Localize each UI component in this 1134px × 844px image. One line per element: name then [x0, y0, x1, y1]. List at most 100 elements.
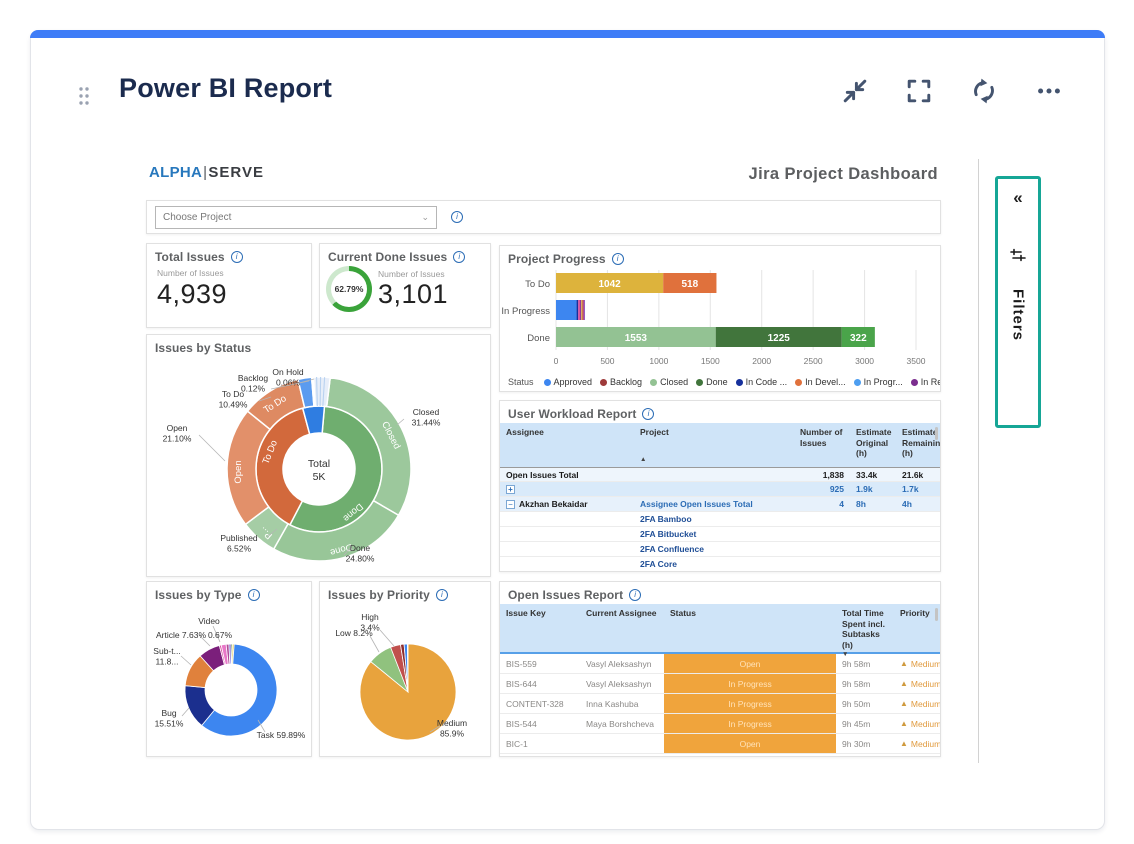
table-row[interactable]: 2FA Bamboo: [500, 512, 940, 527]
legend-label: Done: [706, 377, 728, 387]
legend-item[interactable]: In Devel...: [795, 377, 846, 387]
project-progress-chart[interactable]: To Do1042518In ProgressDone1553122532205…: [500, 268, 940, 375]
table-row[interactable]: +9251.9k1.7k: [500, 482, 940, 497]
column-header[interactable]: Estimate Original (h): [850, 423, 896, 467]
table-row[interactable]: 2FA Confluence: [500, 542, 940, 557]
bar-segment[interactable]: [580, 300, 581, 320]
assignee-cell: +: [500, 484, 634, 494]
legend-item[interactable]: Done: [696, 377, 728, 387]
legend-item[interactable]: Approved: [544, 377, 593, 387]
bar-segment[interactable]: [556, 300, 577, 320]
info-icon[interactable]: [451, 211, 463, 223]
svg-text:1553: 1553: [625, 333, 648, 344]
svg-text:21.10%: 21.10%: [163, 434, 192, 444]
fullscreen-icon[interactable]: [905, 77, 933, 105]
bar-segment[interactable]: [577, 300, 579, 320]
table-row[interactable]: BIS-644Vasyl AleksashynIn Progress9h 58m…: [500, 674, 940, 694]
svg-text:10.49%: 10.49%: [219, 400, 248, 410]
bar-segment[interactable]: [584, 300, 585, 320]
svg-text:Open: Open: [167, 423, 188, 433]
kpi-value: 4,939: [147, 278, 311, 311]
svg-text:1500: 1500: [701, 356, 720, 366]
legend-dot: [650, 379, 657, 386]
table-row[interactable]: 2FA Core: [500, 557, 940, 572]
priority-medium-icon: ▲: [900, 679, 908, 688]
info-icon[interactable]: [231, 251, 243, 263]
legend-item[interactable]: Backlog: [600, 377, 642, 387]
filters-panel[interactable]: « Filters: [995, 176, 1041, 428]
drag-handle-icon[interactable]: [77, 86, 91, 106]
table-row[interactable]: BIS-544Maya BorshchevaIn Progress9h 45m▲…: [500, 714, 940, 734]
svg-text:Closed: Closed: [413, 407, 440, 417]
issues-by-priority-chart[interactable]: High3.4%Low 8.2%Medium85.9%: [320, 604, 490, 757]
status-cell: Open: [664, 654, 836, 673]
column-header[interactable]: Issue Key: [500, 604, 580, 662]
collapse-panel-icon[interactable]: «: [1013, 189, 1022, 206]
info-icon[interactable]: [453, 251, 465, 263]
info-icon[interactable]: [612, 253, 624, 265]
scrollbar-thumb[interactable]: [935, 427, 938, 440]
chart-title: Issues by Type: [155, 588, 242, 602]
bar-segment[interactable]: [581, 300, 582, 320]
info-icon[interactable]: [248, 589, 260, 601]
svg-text:In Progress: In Progress: [501, 306, 550, 317]
legend-label: In Code ...: [746, 377, 788, 387]
legend-item[interactable]: In Review: [911, 377, 940, 387]
table-row[interactable]: BIC-1Open9h 30m▲Medium: [500, 734, 940, 754]
svg-text:85.9%: 85.9%: [440, 729, 465, 739]
issues-count-cell: 925: [794, 484, 850, 494]
info-icon[interactable]: [629, 589, 641, 601]
kpi-title: Current Done Issues: [328, 250, 447, 264]
bar-segment[interactable]: [582, 300, 583, 320]
legend-label: In Progr...: [864, 377, 903, 387]
time-spent-cell: 9h 58m: [836, 679, 894, 689]
table-row[interactable]: 2FA Bitbucket: [500, 527, 940, 542]
filter-icon[interactable]: [1009, 248, 1027, 267]
chevron-down-icon: ⌄: [421, 212, 429, 223]
info-icon[interactable]: [642, 408, 654, 420]
done-percent-gauge: 62.79%: [326, 266, 372, 312]
column-header[interactable]: Current Assignee: [580, 604, 664, 662]
column-header[interactable]: Total Time Spent incl. Subtasks (h)▼: [836, 604, 894, 662]
bar-segment[interactable]: [578, 300, 580, 320]
legend-item[interactable]: Closed: [650, 377, 688, 387]
issues-by-type-chart[interactable]: VideoArticle 7.63%0.67%Sub-t...11.8...Bu…: [147, 604, 311, 757]
info-icon[interactable]: [436, 589, 448, 601]
kpi-total-issues: Total Issues Number of Issues 4,939: [146, 243, 312, 328]
estimate-remaining-cell: 21.6k: [896, 470, 941, 480]
issue-key-cell: CONTENT-328: [500, 699, 580, 709]
sunburst-outer-segment[interactable]: [314, 377, 331, 406]
panel-issues-by-type: Issues by Type VideoArticle 7.63%0.67%Su…: [146, 581, 312, 757]
table-row[interactable]: CONTENT-328Inna KashubaIn Progress9h 50m…: [500, 694, 940, 714]
open-issues-table: Issue KeyCurrent AssigneeStatusTotal Tim…: [500, 604, 940, 754]
svg-text:31.44%: 31.44%: [412, 418, 441, 428]
legend-dot: [911, 379, 918, 386]
column-header[interactable]: Assignee: [500, 423, 634, 467]
svg-text:6.52%: 6.52%: [227, 544, 252, 554]
more-options-icon[interactable]: [1035, 77, 1063, 105]
priority-medium-icon: ▲: [900, 659, 908, 668]
expand-icon[interactable]: +: [506, 485, 515, 494]
kpi-subtitle: Number of Issues: [147, 266, 311, 278]
column-header[interactable]: Number of Issues: [794, 423, 850, 467]
collapse-icon[interactable]: [841, 77, 869, 105]
refresh-icon[interactable]: [970, 77, 998, 105]
project-select[interactable]: Choose Project ⌄: [155, 206, 437, 229]
priority-medium-icon: ▲: [900, 739, 908, 748]
issues-by-status-chart[interactable]: ClosedDoneP...OpenTo DoDoneTo DoTotal5KO…: [147, 357, 490, 577]
svg-text:Task 59.89%: Task 59.89%: [257, 730, 306, 740]
column-header[interactable]: Status: [664, 604, 836, 662]
svg-text:322: 322: [850, 333, 867, 344]
column-header[interactable]: Project▲: [634, 423, 794, 467]
sort-asc-icon: ▲: [640, 456, 790, 465]
scrollbar-thumb[interactable]: [935, 608, 938, 621]
column-header[interactable]: Priority: [894, 604, 941, 662]
table-row[interactable]: Open Issues Total1,83833.4k21.6k: [500, 467, 940, 482]
legend-item[interactable]: In Code ...: [736, 377, 788, 387]
collapse-row-icon[interactable]: −: [506, 500, 515, 509]
vertical-divider: [978, 159, 979, 763]
legend-item[interactable]: In Progr...: [854, 377, 903, 387]
table-row[interactable]: −Akzhan BekaidarAssignee Open Issues Tot…: [500, 497, 940, 512]
status-cell: Open: [664, 734, 836, 753]
assignee-cell: −Akzhan Bekaidar: [500, 499, 634, 509]
